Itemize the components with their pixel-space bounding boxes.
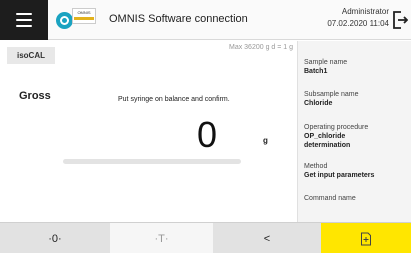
method-value: Get input parameters (304, 172, 375, 179)
sample-name-label: Sample name (304, 59, 348, 66)
logout-icon[interactable] (392, 10, 408, 30)
isocal-button[interactable]: isoCAL (7, 47, 55, 64)
confirm-button[interactable] (321, 223, 411, 253)
method-item: Method Get input parameters (304, 162, 374, 180)
user-name: Administrator (341, 7, 389, 16)
command-name-item: Command name (304, 194, 356, 203)
sample-name-value: Batch1 (304, 68, 328, 75)
subsample-name-value: Chloride (304, 100, 333, 107)
operating-procedure-label: Operating procedure (304, 124, 369, 131)
save-icon (361, 232, 371, 245)
weight-display: 0 (197, 114, 218, 155)
command-name-label: Command name (304, 195, 356, 202)
header-bar: OMNIS OMNIS Software connection Administ… (0, 0, 411, 40)
logo-circle-icon (56, 12, 73, 29)
operating-procedure-value: OP_chloride (304, 133, 346, 140)
weight-progress-bar (63, 159, 241, 164)
omnis-logo: OMNIS (56, 7, 100, 33)
weighing-panel: isoCAL Max 36200 g d = 1 g Gross Put syr… (0, 41, 297, 222)
zero-button[interactable]: ·0· (0, 223, 110, 253)
menu-button[interactable] (0, 0, 48, 40)
weight-unit: g (263, 136, 268, 145)
subsample-name-label: Subsample name (304, 91, 359, 98)
date-time: 07.02.2020 11:04 (327, 19, 389, 28)
tare-button[interactable]: ·T· (110, 223, 213, 253)
info-sidebar: Sample name Batch1 Subsample name Chlori… (297, 41, 411, 222)
app-title: OMNIS Software connection (109, 13, 248, 25)
subsample-name-item: Subsample name Chloride (304, 90, 358, 108)
instruction-text: Put syringe on balance and confirm. (118, 96, 230, 103)
hamburger-icon (16, 13, 32, 15)
method-label: Method (304, 163, 328, 170)
sample-name-item: Sample name Batch1 (304, 58, 347, 76)
weighing-mode: Gross (19, 90, 51, 102)
operating-procedure-item: Operating procedure OP_chloride determin… (304, 123, 368, 150)
user-info: Administrator 07.02.2020 11:04 (327, 6, 389, 30)
operating-procedure-value-2: determination (304, 142, 351, 149)
logo-tag: OMNIS (72, 8, 96, 24)
back-button[interactable]: < (213, 223, 321, 253)
bottom-toolbar: ·0· ·T· < (0, 222, 411, 253)
balance-capacity: Max 36200 g d = 1 g (229, 44, 294, 51)
